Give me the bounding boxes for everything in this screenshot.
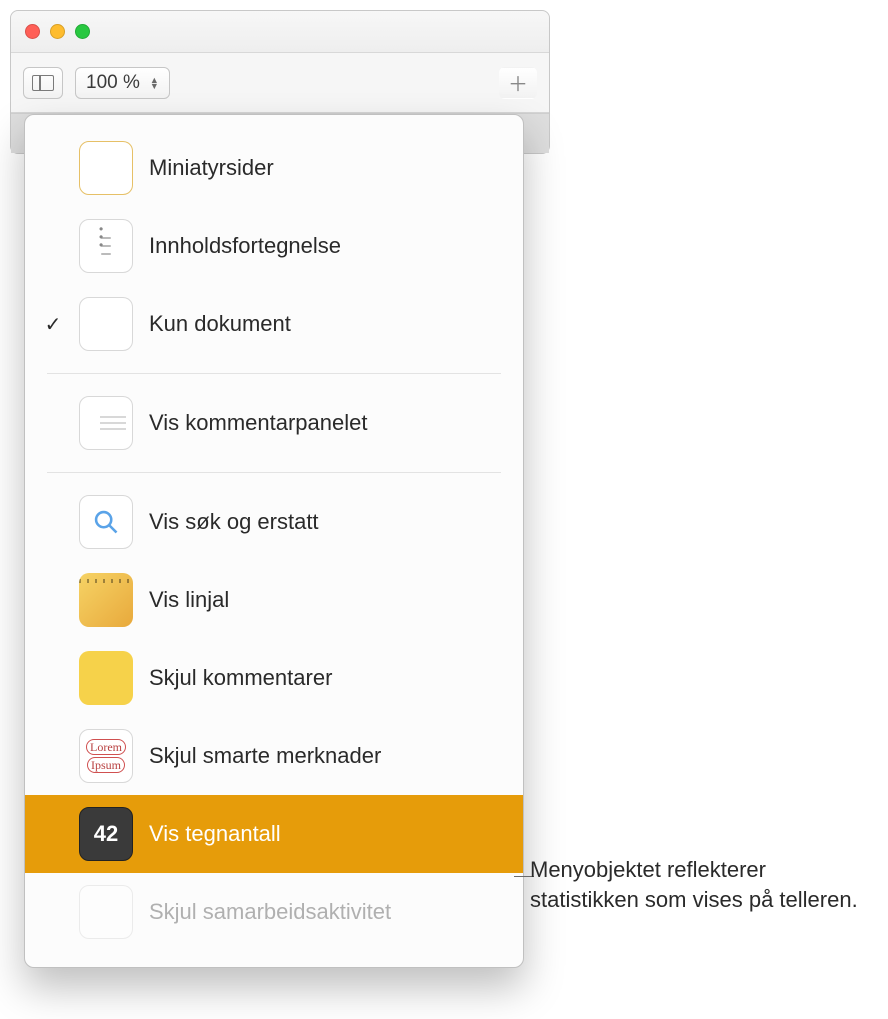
menu-item-label: Vis søk og erstatt [149, 509, 319, 535]
menu-item-label: Vis kommentarpanelet [149, 410, 368, 436]
zoom-select[interactable]: 100 % ▲▼ [75, 67, 170, 99]
menu-item-collaboration-activity: Skjul samarbeidsaktivitet [25, 873, 523, 951]
view-menu-button[interactable] [23, 67, 63, 99]
menu-item-document-only[interactable]: ✓ Kun dokument [25, 285, 523, 363]
menu-item-toc[interactable]: Innholdsfortegnelse [25, 207, 523, 285]
menu-item-label: Vis tegnantall [149, 821, 281, 847]
menu-item-thumbnails[interactable]: Miniatyrsider [25, 129, 523, 207]
smart-annotations-icon: LoremIpsum [79, 729, 133, 783]
menu-item-comment-panel[interactable]: Vis kommentarpanelet [25, 384, 523, 462]
menu-item-hide-comments[interactable]: Skjul kommentarer [25, 639, 523, 717]
menu-item-ruler[interactable]: Vis linjal [25, 561, 523, 639]
comment-note-icon [79, 651, 133, 705]
zoom-window-button[interactable] [75, 24, 90, 39]
menu-item-label: Skjul smarte merknader [149, 743, 381, 769]
toc-icon [79, 219, 133, 273]
menu-item-label: Vis linjal [149, 587, 229, 613]
sidebar-icon [32, 75, 54, 91]
ruler-icon [79, 573, 133, 627]
menu-item-character-count[interactable]: 42 Vis tegnantall [25, 795, 523, 873]
menu-divider [47, 472, 501, 473]
character-count-icon: 42 [79, 807, 133, 861]
plus-icon: ＋ [508, 68, 528, 97]
menu-item-label: Skjul kommentarer [149, 665, 332, 691]
menu-item-label: Miniatyrsider [149, 155, 274, 181]
collaboration-icon [79, 885, 133, 939]
titlebar [11, 11, 549, 53]
count-badge-value: 42 [94, 821, 118, 847]
menu-item-smart-annotations[interactable]: LoremIpsum Skjul smarte merknader [25, 717, 523, 795]
toolbar: 100 % ▲▼ ＋ [11, 53, 549, 113]
view-menu-popover: Miniatyrsider Innholdsfortegnelse ✓ Kun … [24, 114, 524, 968]
menu-divider [47, 373, 501, 374]
search-icon [79, 495, 133, 549]
document-icon [79, 297, 133, 351]
menu-item-label: Innholdsfortegnelse [149, 233, 341, 259]
menu-item-label: Skjul samarbeidsaktivitet [149, 899, 391, 925]
minimize-window-button[interactable] [50, 24, 65, 39]
menu-item-label: Kun dokument [149, 311, 291, 337]
comment-panel-icon [79, 396, 133, 450]
zoom-value: 100 % [86, 72, 140, 94]
callout-text: Menyobjektet reflekterer statistikken so… [530, 855, 880, 914]
close-window-button[interactable] [25, 24, 40, 39]
thumbnails-icon [79, 141, 133, 195]
traffic-lights [25, 24, 90, 39]
checkmark-icon: ✓ [43, 312, 63, 337]
chevron-up-down-icon: ▲▼ [150, 77, 159, 89]
insert-button[interactable]: ＋ [499, 67, 537, 99]
menu-item-find-replace[interactable]: Vis søk og erstatt [25, 483, 523, 561]
